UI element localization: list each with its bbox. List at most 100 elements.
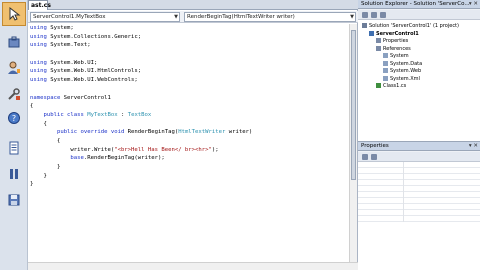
tree-item[interactable]: Solution 'ServerControl1' (1 project) — [362, 23, 459, 30]
document-tab[interactable]: ast.cs — [28, 0, 51, 10]
code-line: using System.Web.UI.HtmlControls; — [30, 67, 350, 76]
code-token: System.Collections.Generic; — [46, 33, 142, 40]
toolbox-icon[interactable] — [2, 30, 26, 54]
member-dropdown[interactable]: RenderBeginTag(HtmlTextWriter writer) ▼ — [184, 12, 356, 22]
code-token: "<br>Hell Has Been</ br><hr>" — [114, 146, 212, 153]
code-line: using System.Web.UI.WebControls; — [30, 76, 350, 85]
code-token: } — [30, 181, 34, 188]
properties-toolbar — [358, 152, 480, 162]
pin-icon[interactable]: ▾ ✕ — [469, 1, 478, 7]
member-dropdown-value: RenderBeginTag(HtmlTextWriter writer) — [187, 14, 295, 20]
property-row[interactable] — [358, 216, 480, 222]
tree-item[interactable]: System.Xml — [383, 75, 420, 83]
code-token: System.Text; — [46, 42, 91, 49]
right-panels: Solution Explorer - Solution 'ServerCo..… — [358, 0, 480, 270]
tree-item[interactable]: ServerControl1 — [369, 30, 419, 38]
code-token: public override void — [56, 129, 125, 136]
tree-item[interactable]: System.Data — [383, 60, 423, 68]
help-icon[interactable]: ? — [2, 106, 26, 130]
code-token: HtmlTextWriter — [178, 129, 226, 136]
code-line: using System.Web.UI; — [30, 59, 350, 68]
tree-item-icon — [376, 45, 381, 51]
svg-text:?: ? — [12, 114, 16, 123]
tools-icon[interactable] — [2, 82, 26, 106]
pin-icon[interactable]: ▾ ✕ — [469, 143, 478, 149]
code-token: RenderBeginTag( — [124, 129, 179, 136]
code-token: } — [30, 172, 47, 179]
tree-item-label: System — [390, 53, 409, 59]
tree-item-label: System.Data — [390, 60, 423, 67]
tree-item[interactable]: Properties — [376, 38, 408, 45]
solution-tree: Solution 'ServerControl1' (1 project) Ser… — [358, 20, 480, 142]
code-token: ServerControl1 — [60, 94, 111, 101]
code-line: { — [30, 120, 350, 129]
code-token: System.Web.UI.HtmlControls; — [46, 68, 142, 75]
property-divider[interactable] — [403, 162, 404, 222]
solution-explorer-title-text: Solution Explorer - Solution 'ServerCo..… — [361, 1, 470, 7]
chevron-down-icon: ▼ — [174, 14, 178, 20]
code-line: { — [30, 137, 350, 146]
tree-item-label: Properties — [383, 38, 409, 44]
horizontal-scrollbar[interactable] — [28, 262, 358, 270]
code-token: base — [70, 155, 84, 162]
code-text[interactable]: using System; using System.Collections.Ge… — [28, 24, 350, 262]
solution-explorer-toolbar — [358, 10, 480, 20]
refresh-icon[interactable] — [380, 12, 386, 18]
categorized-icon[interactable] — [362, 154, 368, 160]
code-token: writer) — [225, 129, 253, 136]
code-token: MyTextBox — [87, 111, 118, 118]
properties-icon[interactable] — [362, 12, 368, 18]
code-line: base.RenderBeginTag(writer); — [30, 154, 350, 163]
type-dropdown[interactable]: ServerControl1.MyTextBox ▼ — [30, 12, 180, 22]
navigation-bar: ServerControl1.MyTextBox ▼ RenderBeginTa… — [28, 11, 358, 23]
tree-item-label: References — [383, 45, 411, 52]
tree-item[interactable]: System — [383, 53, 409, 60]
properties-title-text: Properties — [361, 143, 389, 149]
scrollbar-thumb[interactable] — [351, 30, 356, 180]
code-token: System.Web.UI.WebControls; — [46, 77, 138, 84]
code-token: TextBox — [127, 111, 152, 118]
pointer-tool-icon[interactable] — [2, 2, 26, 26]
tree-item[interactable]: System.Web — [383, 68, 421, 75]
tree-item-icon — [383, 75, 388, 81]
tree-item-label: System.Web — [390, 68, 422, 74]
code-line: writer.Write("<br>Hell Has Been</ br><hr… — [30, 146, 350, 155]
code-token: ); — [211, 146, 219, 153]
list-icon[interactable] — [2, 162, 26, 186]
code-token: namespace — [30, 94, 61, 101]
alphabetical-icon[interactable] — [371, 154, 377, 160]
user-icon[interactable] — [2, 56, 26, 80]
code-token: .RenderBeginTag(writer); — [83, 155, 165, 162]
tree-item[interactable]: References — [376, 45, 411, 53]
tree-item-label: ServerControl1 — [376, 30, 419, 37]
code-token: { — [30, 103, 34, 110]
type-dropdown-value: ServerControl1.MyTextBox — [33, 14, 106, 20]
code-token: using — [30, 77, 47, 84]
code-token: writer.Write( — [30, 146, 115, 153]
tree-item-icon — [383, 53, 388, 58]
code-line: using System.Text; — [30, 41, 350, 50]
code-token: using — [30, 68, 47, 75]
code-line: } — [30, 172, 350, 181]
tree-item-icon — [383, 60, 388, 66]
code-token: using — [30, 42, 47, 49]
code-line: public class MyTextBox : TextBox — [30, 111, 350, 120]
tree-item-icon — [376, 83, 381, 88]
document-tab-bar — [28, 0, 358, 10]
tree-item[interactable]: Class1.cs — [376, 83, 406, 90]
show-all-files-icon[interactable] — [371, 12, 377, 18]
disk-icon[interactable] — [2, 188, 26, 212]
code-line: } — [30, 180, 350, 189]
code-token: System; — [46, 25, 74, 31]
vertical-scrollbar[interactable] — [349, 24, 357, 262]
code-editor: ast.cs ServerControl1.MyTextBox ▼ Render… — [28, 0, 358, 270]
properties-grid[interactable] — [358, 162, 480, 270]
code-token: { — [30, 137, 61, 144]
document-icon[interactable] — [2, 136, 26, 160]
code-line: namespace ServerControl1 — [30, 94, 350, 103]
